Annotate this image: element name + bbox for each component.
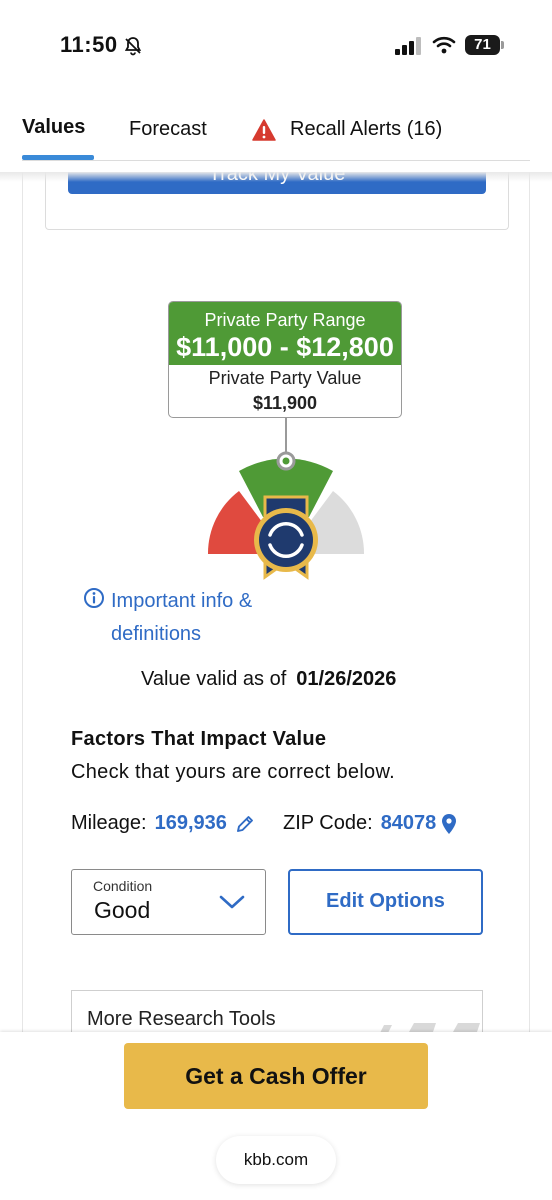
tab-forecast[interactable]: Forecast [129,118,207,141]
tab-divider [22,160,530,161]
value-valid-date: 01/26/2026 [296,668,397,690]
battery-cap [501,41,504,49]
location-pin-icon [442,813,457,834]
private-party-value-label: Private Party Value [208,368,362,388]
battery-icon: 71 [465,35,505,55]
value-valid-row: Value valid as of 01/26/2026 [141,668,396,691]
tab-values[interactable]: Values [22,116,85,139]
research-tools-title: More Research Tools [87,1008,276,1030]
research-illustration [380,1023,480,1032]
edit-options-button[interactable]: Edit Options [288,869,483,935]
battery-level: 71 [465,35,500,55]
get-cash-offer-button[interactable]: Get a Cash Offer [124,1043,428,1109]
signal-icon [395,37,421,55]
zip-code-field[interactable]: ZIP Code: 84078 [283,812,457,835]
status-time: 11:50 [60,32,118,57]
condition-select[interactable]: Condition Good [71,869,266,935]
main-content: Track My Value Private Party Range $11,0… [22,172,530,1032]
factors-subtitle: Check that yours are correct below. [71,761,395,783]
status-bar: 11:50 71 [0,0,552,90]
value-gauge [207,417,365,580]
private-party-value: $11,900 [252,393,318,413]
info-icon [84,588,104,608]
value-valid-label: Value valid as of [141,668,287,690]
range-label: Private Party Range [204,310,366,330]
tab-recall-label: Recall Alerts (16) [290,118,443,140]
range-header: Private Party Range $11,000 - $12,800 [169,302,401,365]
tab-recall-alerts[interactable]: Recall Alerts (16) [252,118,442,141]
important-info-link[interactable]: Important info & definitions [83,585,261,651]
bell-slash-icon [124,37,142,56]
value-box: Private Party Range $11,000 - $12,800 Pr… [168,301,402,418]
mileage-field[interactable]: Mileage: 169,936 [71,812,255,835]
zip-value: 84078 [380,812,437,834]
factors-title: Factors That Impact Value [71,728,327,750]
chevron-down-icon [219,895,245,909]
browser-url-pill[interactable]: kbb.com [216,1136,336,1184]
condition-label: Condition [93,878,153,894]
content-top-shadow [0,172,552,182]
bottom-bar: Get a Cash Offer kbb.com [0,1032,552,1200]
condition-value: Good [94,897,151,923]
zip-label: ZIP Code: [283,812,373,834]
research-tools-card[interactable]: More Research Tools [71,990,483,1032]
mileage-label: Mileage: [71,812,147,834]
tab-bar: Values Forecast Recall Alerts (16) [0,100,552,172]
mileage-value: 169,936 [154,812,227,834]
pencil-icon [236,815,253,832]
important-info-text: Important info & definitions [111,590,253,645]
wifi-icon [432,36,456,54]
range-value: $11,000 - $12,800 [176,332,394,362]
warning-icon [252,118,276,141]
